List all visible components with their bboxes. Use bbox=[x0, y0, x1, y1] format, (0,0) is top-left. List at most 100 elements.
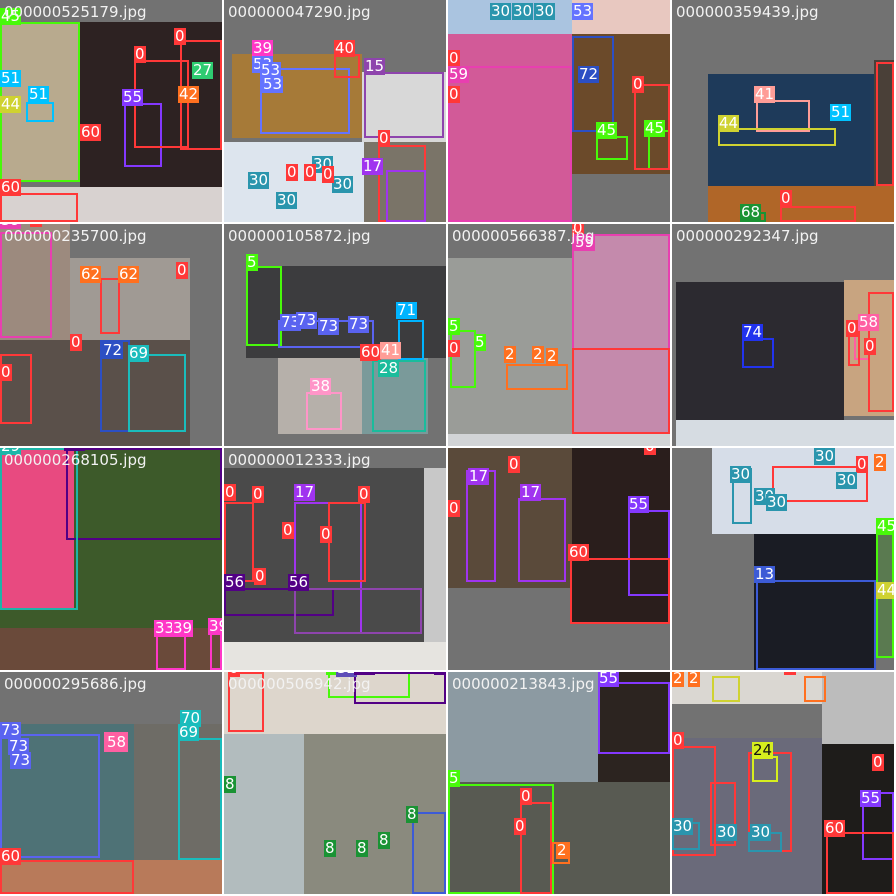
class-label: 0 bbox=[0, 363, 12, 381]
class-label: 0 bbox=[304, 163, 316, 181]
class-label: 5 bbox=[474, 333, 486, 351]
bbox bbox=[876, 62, 894, 186]
class-label: 0 bbox=[378, 129, 390, 147]
class-label: 0 bbox=[846, 319, 858, 337]
tile-filename: 000000292347.jpg bbox=[676, 227, 819, 245]
class-label: 17 bbox=[362, 157, 384, 175]
tile-filename: 000000047290.jpg bbox=[228, 3, 371, 21]
bbox bbox=[742, 338, 774, 368]
class-label: 38 bbox=[310, 377, 332, 395]
class-label: 0 bbox=[286, 163, 298, 181]
class-label: 73 bbox=[318, 317, 340, 335]
class-label: 0 bbox=[322, 165, 334, 183]
class-label: 27 bbox=[192, 61, 214, 79]
class-label: 56 bbox=[224, 573, 246, 591]
class-label: 28 bbox=[378, 359, 400, 377]
bbox bbox=[598, 682, 670, 754]
class-label: 0 bbox=[644, 448, 656, 455]
bbox bbox=[0, 448, 78, 610]
class-label: 44 bbox=[0, 95, 22, 113]
bbox bbox=[178, 738, 222, 860]
class-label: 51 bbox=[830, 103, 852, 121]
bbox bbox=[572, 36, 614, 132]
mosaic-tile: 17 17 0 0 0 55 60 bbox=[448, 448, 670, 670]
class-label: 30 bbox=[332, 175, 354, 193]
class-label: 8 bbox=[378, 831, 390, 849]
bbox bbox=[712, 676, 740, 702]
class-label: 2 bbox=[688, 672, 700, 687]
class-label: 72 bbox=[102, 341, 124, 359]
class-label: 17 bbox=[520, 483, 542, 501]
class-label: 0 bbox=[856, 455, 868, 473]
mosaic-tile: 000000506942.jpg 0 2 32 56 56 8 8 8 8 8 bbox=[224, 672, 446, 894]
class-label: 41 bbox=[380, 341, 402, 359]
mosaic-grid: 000000525179.jpg 45 51 51 44 0 0 27 42 5… bbox=[0, 0, 896, 896]
class-label: 0 bbox=[872, 753, 884, 771]
class-label: 72 bbox=[578, 65, 600, 83]
bbox bbox=[520, 802, 552, 894]
class-label: 60 bbox=[0, 847, 22, 865]
class-label: 71 bbox=[396, 301, 418, 319]
class-label: 51 bbox=[28, 85, 50, 103]
class-label: 17 bbox=[468, 467, 490, 485]
tile-filename: 000000012333.jpg bbox=[228, 451, 371, 469]
bbox bbox=[596, 136, 628, 160]
class-label: 60 bbox=[824, 819, 846, 837]
mosaic-tile: 000000566387.jpg 0 59 5 0 5 2 2 2 bbox=[448, 224, 670, 446]
bbox bbox=[826, 832, 894, 894]
class-label: 0 bbox=[224, 483, 236, 501]
class-label: 30 bbox=[766, 493, 788, 511]
bbox bbox=[570, 558, 670, 624]
class-label: 2 bbox=[546, 347, 558, 365]
class-label: 60 bbox=[360, 343, 382, 361]
class-label: 56 bbox=[434, 672, 446, 675]
class-label: 60 bbox=[0, 178, 22, 196]
class-label: 56 bbox=[288, 573, 310, 591]
mosaic-tile: 000000359439.jpg 41 51 44 0 68 bbox=[672, 0, 894, 222]
class-label: 30 bbox=[836, 471, 858, 489]
mosaic-tile: 000000213843.jpg 55 5 0 0 2 bbox=[448, 672, 670, 894]
bbox bbox=[334, 54, 360, 78]
class-label: 5 bbox=[448, 769, 460, 787]
class-label: 30 bbox=[672, 817, 694, 835]
tile-photo bbox=[676, 420, 894, 446]
class-label: 30 bbox=[814, 448, 836, 465]
class-label: 41 bbox=[754, 85, 776, 103]
class-label: 0 bbox=[254, 567, 266, 585]
bbox bbox=[752, 756, 778, 782]
bbox bbox=[246, 266, 282, 346]
class-label: 55 bbox=[860, 789, 882, 807]
bbox bbox=[0, 860, 134, 894]
bbox bbox=[156, 634, 186, 670]
class-label: 5 bbox=[448, 317, 460, 335]
class-label: 53 bbox=[262, 75, 284, 93]
class-label: 30 bbox=[276, 191, 298, 209]
bbox bbox=[100, 278, 120, 334]
bbox bbox=[448, 66, 572, 222]
class-label: 30 bbox=[750, 823, 772, 841]
class-label: 2 bbox=[672, 672, 684, 687]
class-label: 17 bbox=[294, 483, 316, 501]
bbox bbox=[364, 72, 444, 138]
bbox bbox=[328, 502, 366, 582]
tile-filename: 000000213843.jpg bbox=[452, 675, 595, 693]
class-label: 0 bbox=[448, 85, 460, 103]
class-label: 0 bbox=[134, 45, 146, 63]
mosaic-tile: 30 30 30 53 0 59 72 0 45 45 0 bbox=[448, 0, 670, 222]
class-label: 0 bbox=[672, 731, 684, 749]
class-label: 24 bbox=[752, 741, 774, 759]
mosaic-tile: 000000047290.jpg 39 40 53 53 53 15 0 30 … bbox=[224, 0, 446, 222]
class-label: 69 bbox=[128, 344, 150, 362]
class-label: 0 bbox=[508, 455, 520, 473]
class-label: 0 bbox=[174, 27, 186, 45]
class-label: 69 bbox=[178, 723, 200, 741]
class-label: 74 bbox=[742, 323, 764, 341]
class-label: 8 bbox=[324, 839, 336, 857]
class-label: 0 bbox=[514, 817, 526, 835]
tile-filename: 000000359439.jpg bbox=[676, 3, 819, 21]
mosaic-tile: 30 30 30 0 30 30 2 45 44 13 bbox=[672, 448, 894, 670]
mosaic-tile: 000000292347.jpg 74 58 0 0 bbox=[672, 224, 894, 446]
tile-filename: 000000268105.jpg bbox=[4, 451, 147, 469]
bbox bbox=[572, 348, 670, 434]
mosaic-tile: 2 2 0 24 0 0 55 30 30 30 60 bbox=[672, 672, 894, 894]
